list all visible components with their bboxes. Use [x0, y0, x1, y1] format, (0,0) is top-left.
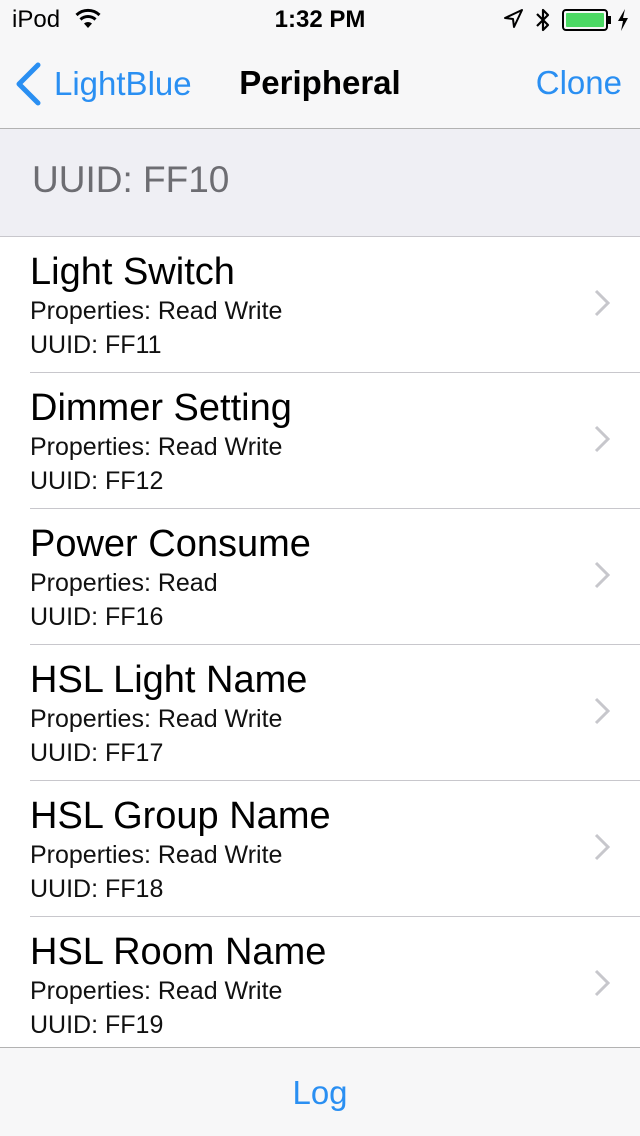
battery-icon — [562, 9, 611, 31]
characteristic-row-power-consume[interactable]: Power Consume Properties: Read UUID: FF1… — [0, 509, 640, 645]
status-bar: iPod 1:32 PM — [0, 0, 640, 40]
characteristic-uuid: UUID: FF17 — [30, 739, 164, 767]
characteristic-properties: Properties: Read Write — [30, 977, 283, 1005]
service-section-header: UUID: FF10 — [0, 129, 640, 237]
back-button[interactable]: LightBlue — [14, 60, 192, 108]
location-arrow-icon — [504, 9, 523, 28]
characteristic-row-light-switch[interactable]: Light Switch Properties: Read Write UUID… — [0, 237, 640, 373]
characteristic-name: Power Consume — [30, 523, 311, 565]
chevron-right-icon — [594, 289, 610, 317]
top-bar: iPod 1:32 PM LightBlue Peripheral Clone — [0, 0, 640, 129]
charging-bolt-icon — [618, 9, 628, 31]
characteristic-properties: Properties: Read Write — [30, 841, 283, 869]
chevron-right-icon — [594, 969, 610, 997]
characteristic-uuid: UUID: FF19 — [30, 1011, 164, 1039]
characteristic-properties: Properties: Read — [30, 569, 218, 597]
clone-button[interactable]: Clone — [536, 64, 622, 102]
chevron-right-icon — [594, 561, 610, 589]
characteristics-list: Light Switch Properties: Read Write UUID… — [0, 237, 640, 1053]
characteristic-properties: Properties: Read Write — [30, 433, 283, 461]
characteristic-name: HSL Light Name — [30, 659, 308, 701]
chevron-right-icon — [594, 425, 610, 453]
characteristic-name: HSL Group Name — [30, 795, 331, 837]
characteristic-name: Dimmer Setting — [30, 387, 292, 429]
characteristic-row-hsl-light-name[interactable]: HSL Light Name Properties: Read Write UU… — [0, 645, 640, 781]
chevron-right-icon — [594, 833, 610, 861]
bluetooth-icon — [536, 8, 550, 32]
characteristic-row-hsl-room-name[interactable]: HSL Room Name Properties: Read Write UUI… — [0, 917, 640, 1053]
peripheral-screen: iPod 1:32 PM LightBlue Peripheral Clone … — [0, 0, 640, 1136]
log-button[interactable]: Log — [0, 1074, 640, 1112]
characteristic-uuid: UUID: FF16 — [30, 603, 164, 631]
characteristic-name: Light Switch — [30, 251, 235, 293]
characteristic-uuid: UUID: FF18 — [30, 875, 164, 903]
characteristic-name: HSL Room Name — [30, 931, 327, 973]
characteristic-row-dimmer-setting[interactable]: Dimmer Setting Properties: Read Write UU… — [0, 373, 640, 509]
navigation-bar: LightBlue Peripheral Clone — [0, 40, 640, 128]
back-button-label: LightBlue — [54, 65, 192, 102]
characteristic-row-hsl-group-name[interactable]: HSL Group Name Properties: Read Write UU… — [0, 781, 640, 917]
characteristic-uuid: UUID: FF12 — [30, 467, 164, 495]
chevron-left-icon — [16, 62, 41, 106]
bottom-toolbar: Log — [0, 1047, 640, 1136]
chevron-right-icon — [594, 697, 610, 725]
characteristic-properties: Properties: Read Write — [30, 705, 283, 733]
characteristic-properties: Properties: Read Write — [30, 297, 283, 325]
service-uuid-title: UUID: FF10 — [32, 159, 230, 200]
characteristic-uuid: UUID: FF11 — [30, 331, 162, 359]
